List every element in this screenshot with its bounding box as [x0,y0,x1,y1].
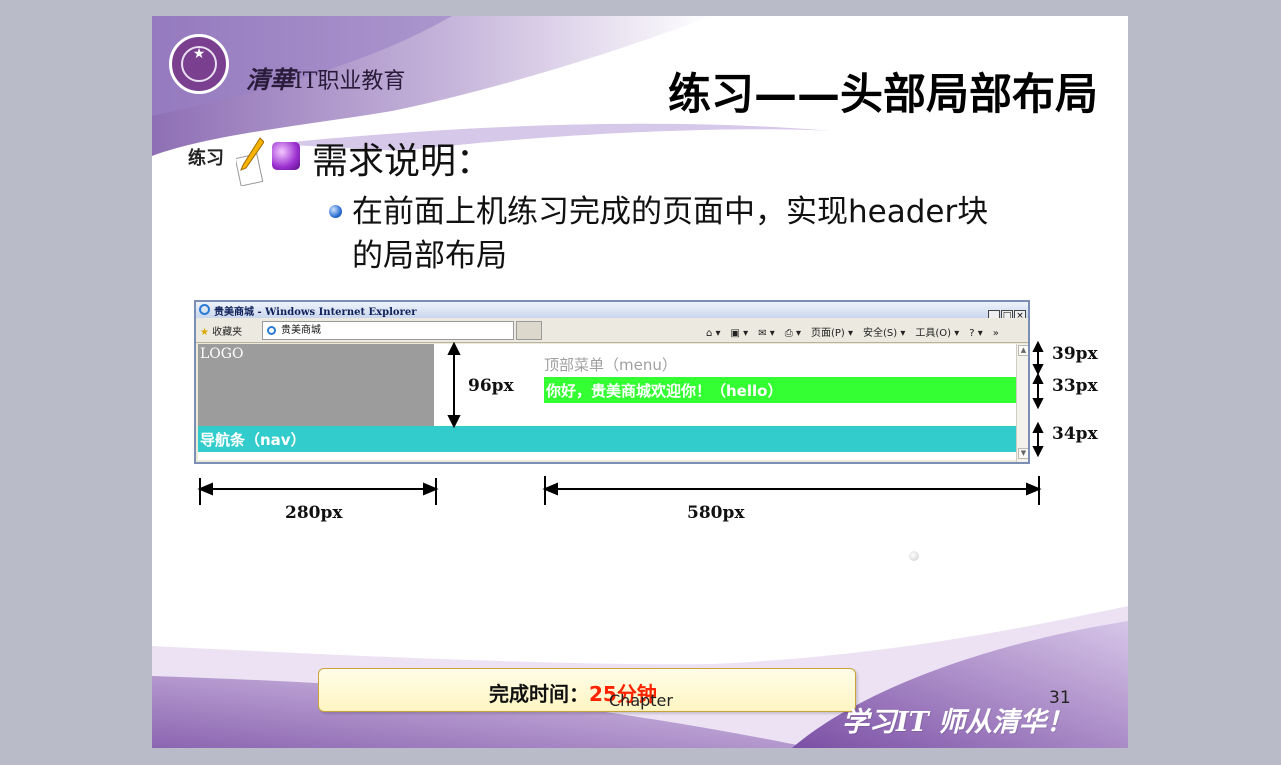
time-label-text: 完成时间： [489,682,589,706]
arrow-39-top-head [1032,340,1044,352]
dim-label-33: 33px [1052,376,1098,396]
slogan: 学习IT 师从清华！ [842,707,1074,738]
arrow-33-top-head [1032,372,1044,384]
arrow-34-top-head [1032,421,1044,433]
dim-label-96: 96px [468,376,514,396]
arrow-96-bottom-head [447,415,461,429]
arrow-33-bottom-head [1032,398,1044,410]
dim-label-34: 34px [1052,424,1098,444]
decorative-dot [909,551,919,561]
dim-label-580: 580px [687,503,745,523]
arrow-34-bottom-head [1032,446,1044,458]
dim-580-right-head [1026,482,1042,496]
time-box: 完成时间：25分钟 Chapter [318,668,856,712]
slide: ★ 清華IT职业教育 练习——头部局部布局 练习 需求说明： 在前面上机练习完成… [152,16,1128,748]
dim-label-280: 280px [285,503,343,523]
dim-280-right-head [423,482,439,496]
dim-label-39: 39px [1052,344,1098,364]
arrow-96-top-head [447,341,461,355]
dim-280-left-head [197,482,213,496]
arrow-39-bottom-head [1032,364,1044,376]
chapter-label: Chapter [609,691,673,710]
dim-580-left-head [542,482,558,496]
dimension-arrows [197,340,1044,505]
